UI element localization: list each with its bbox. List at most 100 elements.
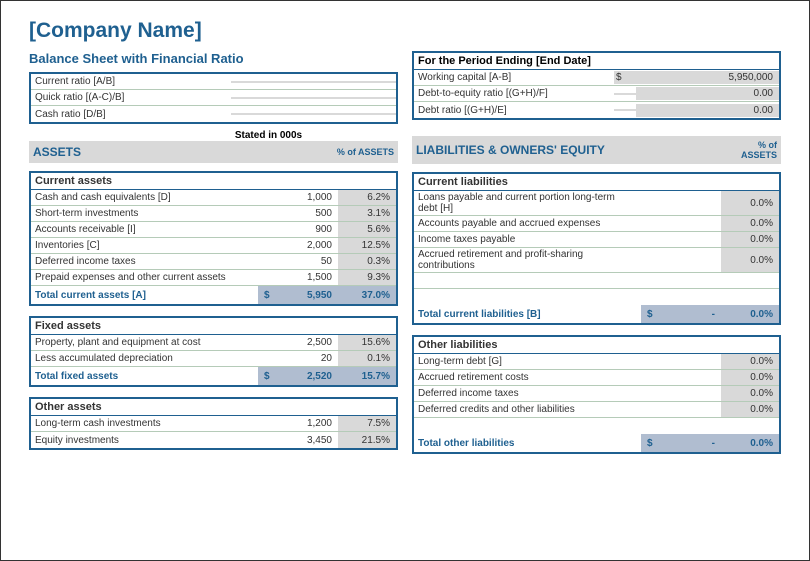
row-value	[641, 386, 721, 401]
row-label: Long-term debt [G]	[414, 354, 641, 369]
row-value: 3,450	[258, 432, 338, 448]
ratio-value	[231, 81, 396, 83]
total-value: $ -	[641, 434, 721, 452]
total-amount: 5,950	[276, 290, 332, 301]
current-assets-header: Current assets	[31, 173, 396, 190]
row-label: Short-term investments	[31, 206, 258, 221]
ratio-row: Current ratio [A/B]	[31, 74, 396, 90]
row-pct: 0.1%	[338, 351, 396, 366]
row-pct: 3.1%	[338, 206, 396, 221]
row-value	[641, 248, 721, 272]
table-row: Prepaid expenses and other current asset…	[31, 270, 396, 286]
row-value	[641, 191, 721, 215]
row-label: Income taxes payable	[414, 232, 641, 247]
row-label: Accrued retirement and profit-sharing co…	[414, 248, 641, 272]
pct-header: % of ASSETS	[337, 147, 394, 157]
row-label: Accounts payable and accrued expenses	[414, 216, 641, 231]
currency-symbol: $	[647, 438, 659, 449]
row-pct: 0.0%	[721, 216, 779, 231]
currency-symbol: $	[264, 290, 276, 301]
total-row: Total current assets [A] $ 5,950 37.0%	[31, 286, 396, 304]
table-row: Deferred income taxes 0.0%	[414, 386, 779, 402]
row-pct: 7.5%	[338, 416, 396, 431]
total-pct: 15.7%	[338, 367, 396, 385]
table-row: Long-term debt [G] 0.0%	[414, 354, 779, 370]
current-assets-group: Current assets Cash and cash equivalents…	[29, 171, 398, 306]
row-pct: 0.3%	[338, 254, 396, 269]
ratio-value: 0.00	[636, 87, 779, 100]
period-header: For the Period Ending [End Date]	[414, 53, 779, 70]
row-label: Cash and cash equivalents [D]	[31, 190, 258, 205]
row-pct: 5.6%	[338, 222, 396, 237]
row-value: 1,500	[258, 270, 338, 285]
ratio-value	[231, 97, 396, 99]
row-pct: 0.0%	[721, 402, 779, 417]
table-row: Inventories [C] 2,000 12.5%	[31, 238, 396, 254]
table-row: Property, plant and equipment at cost 2,…	[31, 335, 396, 351]
total-label: Total other liabilities	[414, 434, 641, 452]
table-row: Accounts receivable [I] 900 5.6%	[31, 222, 396, 238]
total-label: Total current assets [A]	[31, 286, 258, 304]
table-row: Equity investments 3,450 21.5%	[31, 432, 396, 448]
table-row: Long-term cash investments 1,200 7.5%	[31, 416, 396, 432]
row-label: Property, plant and equipment at cost	[31, 335, 258, 350]
row-value	[641, 354, 721, 369]
current-liabilities-group: Current liabilities Loans payable and cu…	[412, 172, 781, 325]
table-row: Deferred credits and other liabilities 0…	[414, 402, 779, 418]
left-ratios-box: Current ratio [A/B] Quick ratio [(A-C)/B…	[29, 72, 398, 124]
row-label: Equity investments	[31, 432, 258, 448]
ratio-row: Working capital [A-B] $ 5,950,000	[414, 70, 779, 86]
ratio-label: Current ratio [A/B]	[31, 75, 231, 88]
assets-header: ASSETS % of ASSETS	[29, 141, 398, 163]
company-name: [Company Name]	[29, 19, 781, 43]
table-row: Accrued retirement and profit-sharing co…	[414, 248, 779, 273]
total-amount: 2,520	[276, 371, 332, 382]
row-value: 900	[258, 222, 338, 237]
row-label: Prepaid expenses and other current asset…	[31, 270, 258, 285]
total-row: Total current liabilities [B] $ - 0.0%	[414, 305, 779, 323]
ratio-label: Cash ratio [D/B]	[31, 108, 231, 121]
total-label: Total fixed assets	[31, 367, 258, 385]
other-liabilities-group: Other liabilities Long-term debt [G] 0.0…	[412, 335, 781, 454]
row-label: Deferred income taxes	[31, 254, 258, 269]
table-row: Income taxes payable 0.0%	[414, 232, 779, 248]
page-subtitle: Balance Sheet with Financial Ratio	[29, 51, 398, 66]
row-label: Long-term cash investments	[31, 416, 258, 431]
row-pct: 15.6%	[338, 335, 396, 350]
row-value	[641, 402, 721, 417]
table-row: Deferred income taxes 50 0.3%	[31, 254, 396, 270]
row-pct: 0.0%	[721, 232, 779, 247]
current-liabilities-header: Current liabilities	[414, 174, 779, 191]
row-value	[641, 370, 721, 385]
ratio-value	[231, 113, 396, 115]
total-pct: 37.0%	[338, 286, 396, 304]
row-label: Accounts receivable [I]	[31, 222, 258, 237]
currency-symbol	[614, 93, 636, 95]
row-pct: 0.0%	[721, 386, 779, 401]
ratio-value: 5,950,000	[636, 71, 779, 84]
stated-in: Stated in 000s	[29, 128, 398, 141]
table-row: Short-term investments 500 3.1%	[31, 206, 396, 222]
ratio-row: Cash ratio [D/B]	[31, 106, 396, 122]
row-pct: 6.2%	[338, 190, 396, 205]
row-value: 50	[258, 254, 338, 269]
row-label: Deferred credits and other liabilities	[414, 402, 641, 417]
table-row: Accrued retirement costs 0.0%	[414, 370, 779, 386]
row-label: Accrued retirement costs	[414, 370, 641, 385]
total-value: $ 5,950	[258, 286, 338, 304]
total-value: $ 2,520	[258, 367, 338, 385]
liabilities-header: LIABILITIES & OWNERS' EQUITY % of ASSETS	[412, 136, 781, 164]
currency-symbol	[614, 109, 636, 111]
table-row: Less accumulated depreciation 20 0.1%	[31, 351, 396, 367]
pct-header: % of ASSETS	[741, 140, 777, 160]
row-value: 1,000	[258, 190, 338, 205]
currency-symbol: $	[264, 371, 276, 382]
row-label: Deferred income taxes	[414, 386, 641, 401]
liabilities-header-text: LIABILITIES & OWNERS' EQUITY	[416, 143, 605, 157]
ratio-row: Debt-to-equity ratio [(G+H)/F] 0.00	[414, 86, 779, 102]
total-value: $ -	[641, 305, 721, 323]
total-row: Total fixed assets $ 2,520 15.7%	[31, 367, 396, 385]
table-row: Cash and cash equivalents [D] 1,000 6.2%	[31, 190, 396, 206]
ratio-label: Quick ratio [(A-C)/B]	[31, 91, 231, 104]
total-pct: 0.0%	[721, 434, 779, 452]
